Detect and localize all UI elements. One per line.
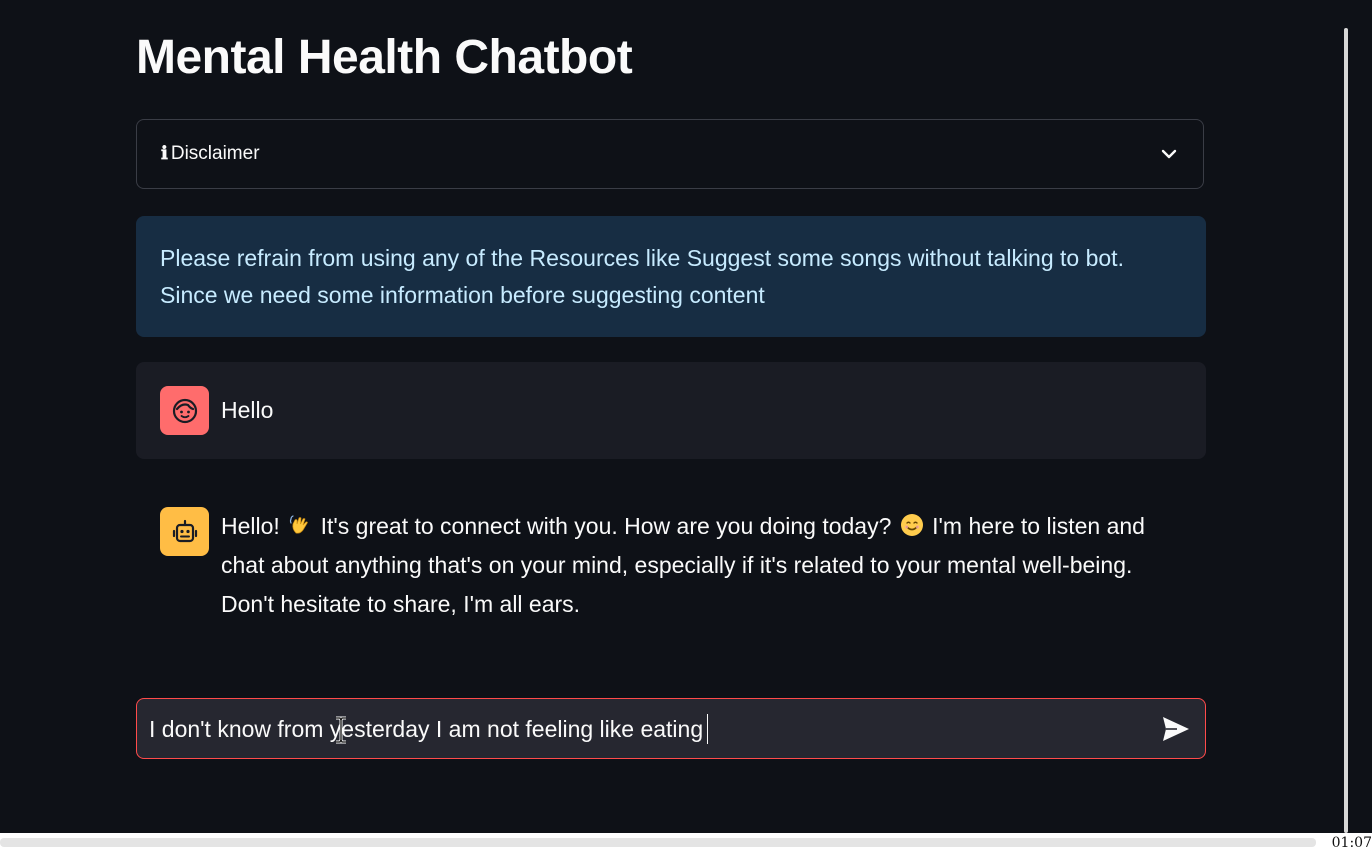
assistant-text-part-2: It's great to connect with you. How are … <box>314 513 898 539</box>
info-alert: Please refrain from using any of the Res… <box>136 216 1206 337</box>
playback-time: 01:07 <box>1331 835 1372 851</box>
page-title: Mental Health Chatbot <box>136 31 633 84</box>
waving-hand-emoji <box>290 515 309 534</box>
smiling-face-emoji <box>900 514 923 536</box>
send-button[interactable] <box>1159 712 1193 746</box>
video-progress-bar[interactable]: 01:07 <box>0 833 1372 853</box>
progress-track[interactable] <box>0 838 1316 847</box>
chat-message-user: Hello <box>136 362 1206 459</box>
disclaimer-text: Disclaimer <box>170 143 260 164</box>
chat-input-text: I don't know from yesterday I am not fee… <box>149 715 704 742</box>
chat-message-assistant: Hello! It's great to connect with you. H… <box>136 483 1206 633</box>
robot-icon <box>160 507 209 556</box>
text-caret <box>707 713 709 744</box>
user-face-icon <box>160 386 209 435</box>
vertical-scrollbar[interactable] <box>1344 28 1348 833</box>
chat-input[interactable]: I don't know from yesterday I am not fee… <box>136 698 1206 759</box>
info-icon: ℹ <box>161 143 168 164</box>
chat-input-value[interactable]: I don't know from yesterday I am not fee… <box>149 713 1159 744</box>
disclaimer-expander[interactable]: ℹ Disclaimer <box>136 119 1204 189</box>
disclaimer-label: ℹ Disclaimer <box>161 143 1159 165</box>
send-icon <box>1163 716 1189 741</box>
assistant-message-text: Hello! It's great to connect with you. H… <box>221 507 1182 624</box>
app-page: Mental Health Chatbot ℹ Disclaimer Please… <box>0 0 1372 853</box>
text-cursor-icon <box>336 716 346 744</box>
info-alert-text: Please refrain from using any of the Res… <box>160 245 1124 308</box>
user-message-text: Hello <box>221 397 274 423</box>
assistant-text-part-1: Hello! <box>221 513 287 539</box>
chevron-down-icon[interactable] <box>1159 144 1179 164</box>
